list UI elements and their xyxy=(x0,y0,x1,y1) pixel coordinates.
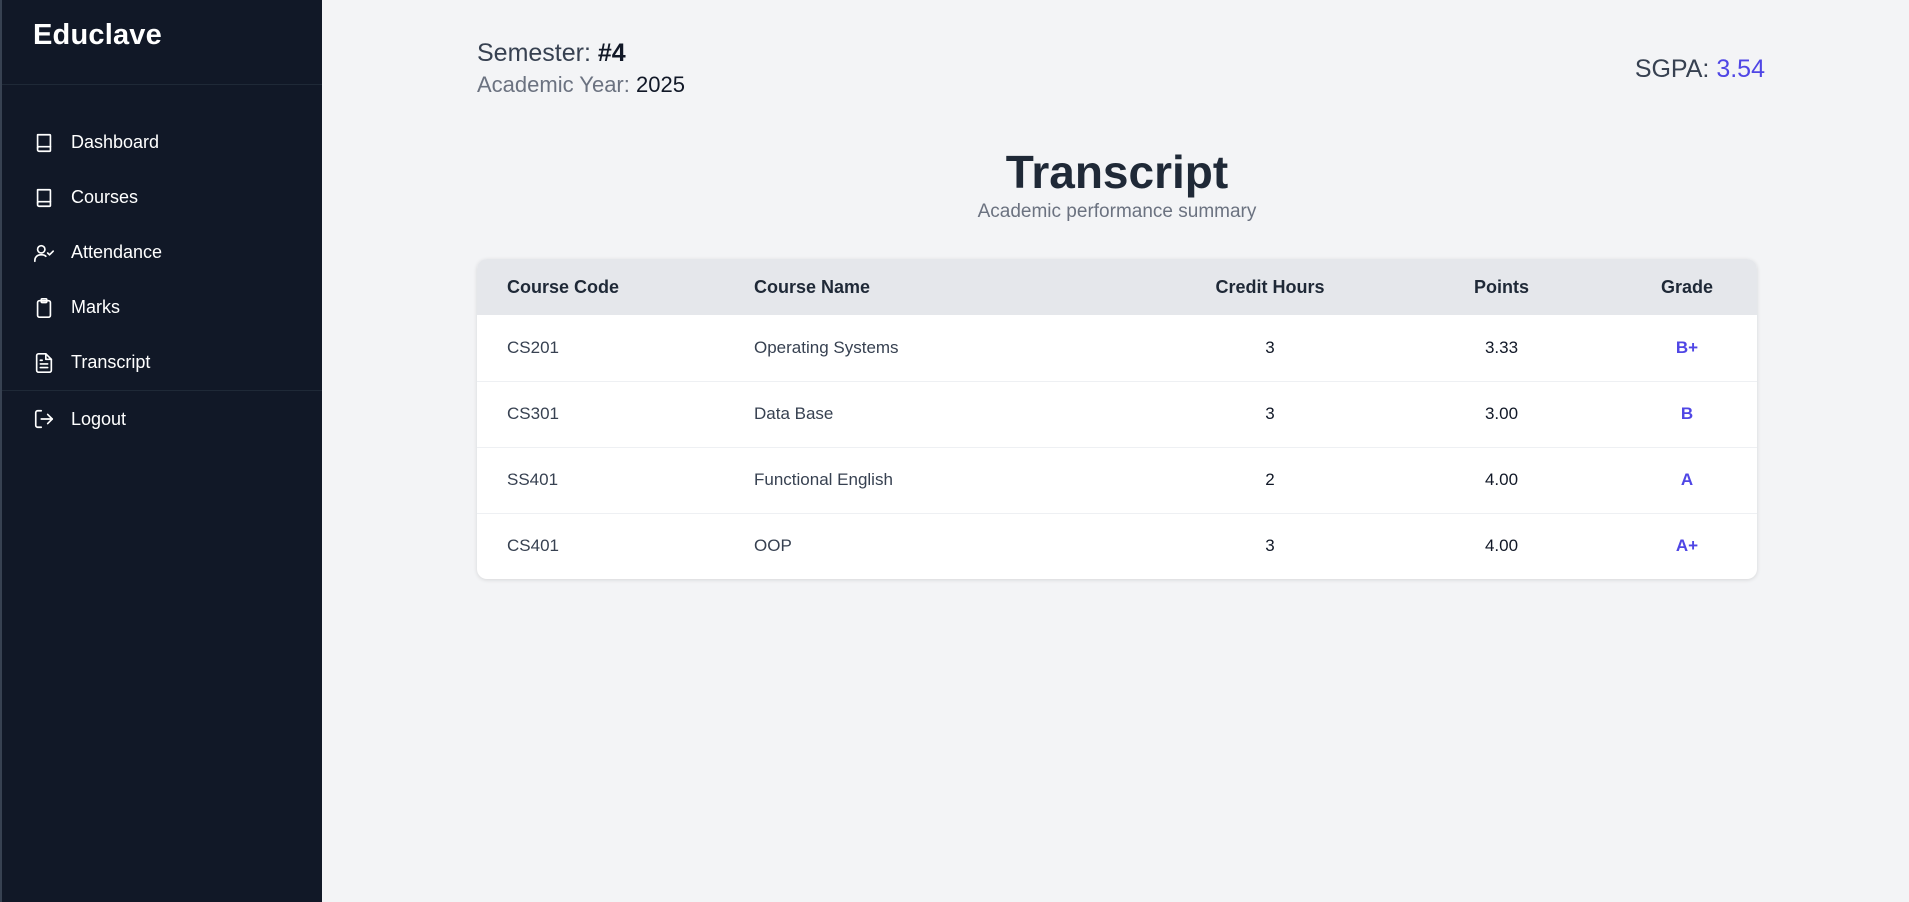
grade-cell: B xyxy=(1680,404,1694,423)
logout-button[interactable]: Logout xyxy=(2,391,322,447)
sidebar-item-label: Attendance xyxy=(71,242,163,262)
course-name-cell: Functional English xyxy=(754,470,893,489)
table-row: CS401 OOP 3 4.00 A+ xyxy=(477,513,1757,579)
course-name-cell: Operating Systems xyxy=(754,337,899,357)
table-row: CS301 Data Base 3 3.00 B xyxy=(477,381,1757,447)
grade-cell: B+ xyxy=(1675,337,1699,357)
column-header-course-code: Course Code xyxy=(507,276,620,297)
sidebar-item-label: Transcript xyxy=(71,352,151,372)
semester-label: Semester: xyxy=(477,39,591,67)
course-name-cell: OOP xyxy=(754,536,792,556)
brand-logo[interactable]: Educlave xyxy=(2,0,322,85)
sidebar: Educlave Dashboard Courses Attendance Ma… xyxy=(0,0,322,902)
academic-year-label: Academic Year: xyxy=(477,72,630,97)
points-cell: 3.00 xyxy=(1484,404,1519,423)
column-header-credit-hours: Credit Hours xyxy=(1215,276,1325,297)
credit-hours-cell: 3 xyxy=(1265,404,1275,423)
course-code-cell: CS301 xyxy=(507,404,559,423)
credit-hours-cell: 3 xyxy=(1265,337,1275,357)
sgpa-label: SGPA: xyxy=(1634,55,1710,83)
sidebar-nav: Dashboard Courses Attendance Marks Trans… xyxy=(2,85,322,447)
grade-cell: A+ xyxy=(1675,536,1699,556)
course-code-cell: CS401 xyxy=(507,536,559,556)
transcript-table-card: Course Code Course Name Credit Hours Poi… xyxy=(477,259,1757,579)
sidebar-item-attendance[interactable]: Attendance xyxy=(2,225,322,280)
course-name-cell: Data Base xyxy=(754,404,834,423)
clipboard-icon xyxy=(33,297,55,319)
sgpa-value: 3.54 xyxy=(1716,55,1765,83)
sidebar-item-transcript[interactable]: Transcript xyxy=(2,335,322,390)
sidebar-item-label: Marks xyxy=(71,297,120,317)
academic-year-value: 2025 xyxy=(636,72,685,97)
semester-info: Semester: #4 Academic Year: 2025 xyxy=(477,38,685,100)
book-icon xyxy=(33,187,55,209)
book-icon xyxy=(33,132,55,154)
semester-value: #4 xyxy=(597,39,626,67)
column-header-points: Points xyxy=(1473,276,1529,297)
grade-cell: A xyxy=(1680,470,1694,489)
column-header-grade: Grade xyxy=(1660,276,1714,297)
transcript-table: Course Code Course Name Credit Hours Poi… xyxy=(477,259,1757,579)
file-text-icon xyxy=(33,352,55,374)
sidebar-item-dashboard[interactable]: Dashboard xyxy=(2,115,322,170)
sgpa-display: SGPA: 3.54 xyxy=(1635,55,1765,84)
log-out-icon xyxy=(33,408,55,430)
sidebar-item-marks[interactable]: Marks xyxy=(2,280,322,335)
course-code-cell: SS401 xyxy=(507,470,559,489)
table-row: SS401 Functional English 2 4.00 A xyxy=(477,447,1757,513)
table-header-row: Course Code Course Name Credit Hours Poi… xyxy=(477,259,1757,315)
points-cell: 4.00 xyxy=(1484,536,1519,556)
credit-hours-cell: 2 xyxy=(1265,470,1275,489)
points-cell: 4.00 xyxy=(1484,470,1519,489)
user-check-icon xyxy=(33,242,55,264)
sidebar-item-label: Courses xyxy=(71,187,139,207)
logout-label: Logout xyxy=(71,408,127,429)
page-header: Transcript Academic performance summary xyxy=(477,145,1757,223)
column-header-course-name: Course Name xyxy=(754,276,871,297)
semester-line: Semester: #4 xyxy=(477,38,685,68)
table-row: CS201 Operating Systems 3 3.33 B+ xyxy=(477,315,1757,381)
course-code-cell: CS201 xyxy=(507,337,559,357)
credit-hours-cell: 3 xyxy=(1265,536,1275,556)
academic-year-line: Academic Year: 2025 xyxy=(477,70,685,100)
page-title: Transcript xyxy=(1005,146,1229,198)
sidebar-item-label: Dashboard xyxy=(71,132,160,152)
sidebar-item-courses[interactable]: Courses xyxy=(2,170,322,225)
page-subtitle: Academic performance summary xyxy=(977,201,1257,222)
main-content: Semester: #4 Academic Year: 2025 SGPA: 3… xyxy=(322,0,1909,902)
points-cell: 3.33 xyxy=(1484,337,1519,357)
